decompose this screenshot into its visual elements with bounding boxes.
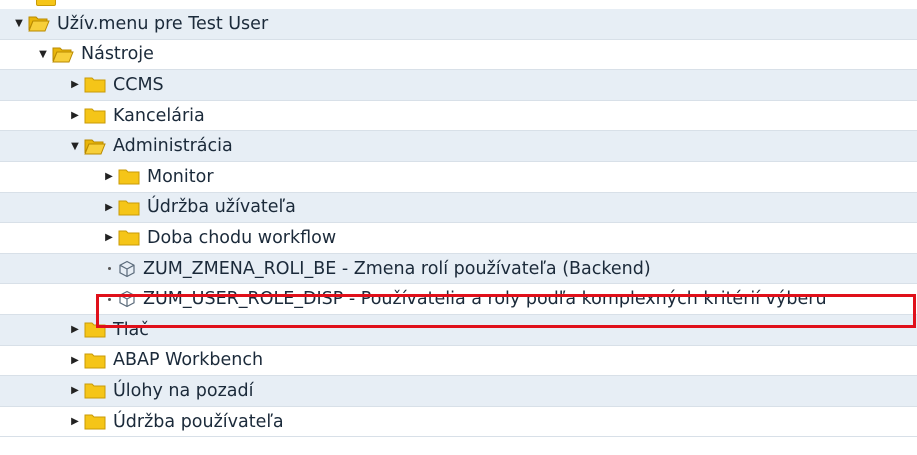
folder-open-icon xyxy=(28,15,50,32)
tree-node-zum-zmena-roli-be[interactable]: ZUM_ZMENA_ROLI_BE - Zmena rolí používate… xyxy=(0,253,917,285)
tree-node-monitor[interactable]: ▶ Monitor xyxy=(0,162,917,193)
tree-node-label: Nástroje xyxy=(81,44,154,65)
folder-icon xyxy=(118,199,140,216)
tree-node-label: Údržba užívateľa xyxy=(147,197,296,218)
tree-node-tlac[interactable]: ▶ Tlač xyxy=(0,314,917,346)
leaf-bullet-icon xyxy=(104,292,114,306)
tree-node-label: Monitor xyxy=(147,166,214,187)
tree-node-ulohy-na-pozadi[interactable]: ▶ Úlohy na pozadí xyxy=(0,376,917,407)
transaction-cube-icon xyxy=(118,290,136,308)
tree-node-abap-workbench[interactable]: ▶ ABAP Workbench xyxy=(0,346,917,377)
folder-icon xyxy=(118,229,140,246)
folder-icon xyxy=(84,76,106,93)
collapsed-arrow-icon[interactable]: ▶ xyxy=(70,323,80,337)
tree-node-kancelaria[interactable]: ▶ Kancelária xyxy=(0,101,917,132)
tree-node-user-menu[interactable]: ▼ Užív.menu pre Test User xyxy=(0,9,917,40)
folder-open-icon xyxy=(84,138,106,155)
folder-open-icon xyxy=(52,46,74,63)
tree-node-administracia[interactable]: ▼ Administrácia xyxy=(0,131,917,162)
tree-node-nastroje[interactable]: ▼ Nástroje xyxy=(0,40,917,71)
collapsed-arrow-icon[interactable]: ▶ xyxy=(104,170,114,184)
leaf-bullet-icon xyxy=(104,262,114,276)
folder-icon xyxy=(36,0,56,6)
expanded-arrow-icon[interactable]: ▼ xyxy=(70,139,80,153)
tree-node-label: Kancelária xyxy=(113,105,205,126)
collapsed-arrow-icon[interactable]: ▶ xyxy=(70,353,80,367)
collapsed-arrow-icon[interactable]: ▶ xyxy=(70,384,80,398)
folder-icon xyxy=(84,413,106,430)
collapsed-arrow-icon[interactable]: ▶ xyxy=(70,415,80,429)
tree-node-label: Administrácia xyxy=(113,136,233,157)
tree-node-label: ABAP Workbench xyxy=(113,350,264,371)
tree-node-udrzba-pouzivatela[interactable]: ▶ Údržba používateľa xyxy=(0,407,917,438)
folder-icon xyxy=(84,382,106,399)
tree-node-label: Údržba používateľa xyxy=(113,411,284,432)
tree-node-label: CCMS xyxy=(113,74,164,95)
transaction-cube-icon xyxy=(118,260,136,278)
collapsed-arrow-icon[interactable]: ▶ xyxy=(104,231,114,245)
expanded-arrow-icon[interactable]: ▼ xyxy=(38,47,48,61)
tree-node-label: ZUM_USER_ROLE_DISP - Používatelia a roly… xyxy=(143,289,827,310)
tree-node-ccms[interactable]: ▶ CCMS xyxy=(0,70,917,101)
expanded-arrow-icon[interactable]: ▼ xyxy=(14,17,24,31)
tree-node-zum-user-role-disp[interactable]: ZUM_USER_ROLE_DISP - Používatelia a roly… xyxy=(0,284,917,315)
collapsed-arrow-icon[interactable]: ▶ xyxy=(70,78,80,92)
user-menu-tree: ▼ Užív.menu pre Test User ▼ Nástroje ▶ C… xyxy=(0,9,917,438)
folder-icon xyxy=(84,321,106,338)
folder-icon xyxy=(118,168,140,185)
tree-node-label: Úlohy na pozadí xyxy=(113,380,254,401)
tree-node-udrzba-uzivatela[interactable]: ▶ Údržba užívateľa xyxy=(0,192,917,224)
collapsed-arrow-icon[interactable]: ▶ xyxy=(70,109,80,123)
collapsed-arrow-icon[interactable]: ▶ xyxy=(104,200,114,214)
scrolled-row-remnant xyxy=(0,0,917,9)
tree-node-label: Užív.menu pre Test User xyxy=(57,13,269,34)
folder-icon xyxy=(84,107,106,124)
tree-node-label: Tlač xyxy=(113,319,149,340)
folder-icon xyxy=(84,352,106,369)
tree-node-doba-chodu-workflow[interactable]: ▶ Doba chodu workflow xyxy=(0,223,917,254)
tree-node-label: ZUM_ZMENA_ROLI_BE - Zmena rolí používate… xyxy=(143,258,651,279)
tree-node-label: Doba chodu workflow xyxy=(147,227,337,248)
